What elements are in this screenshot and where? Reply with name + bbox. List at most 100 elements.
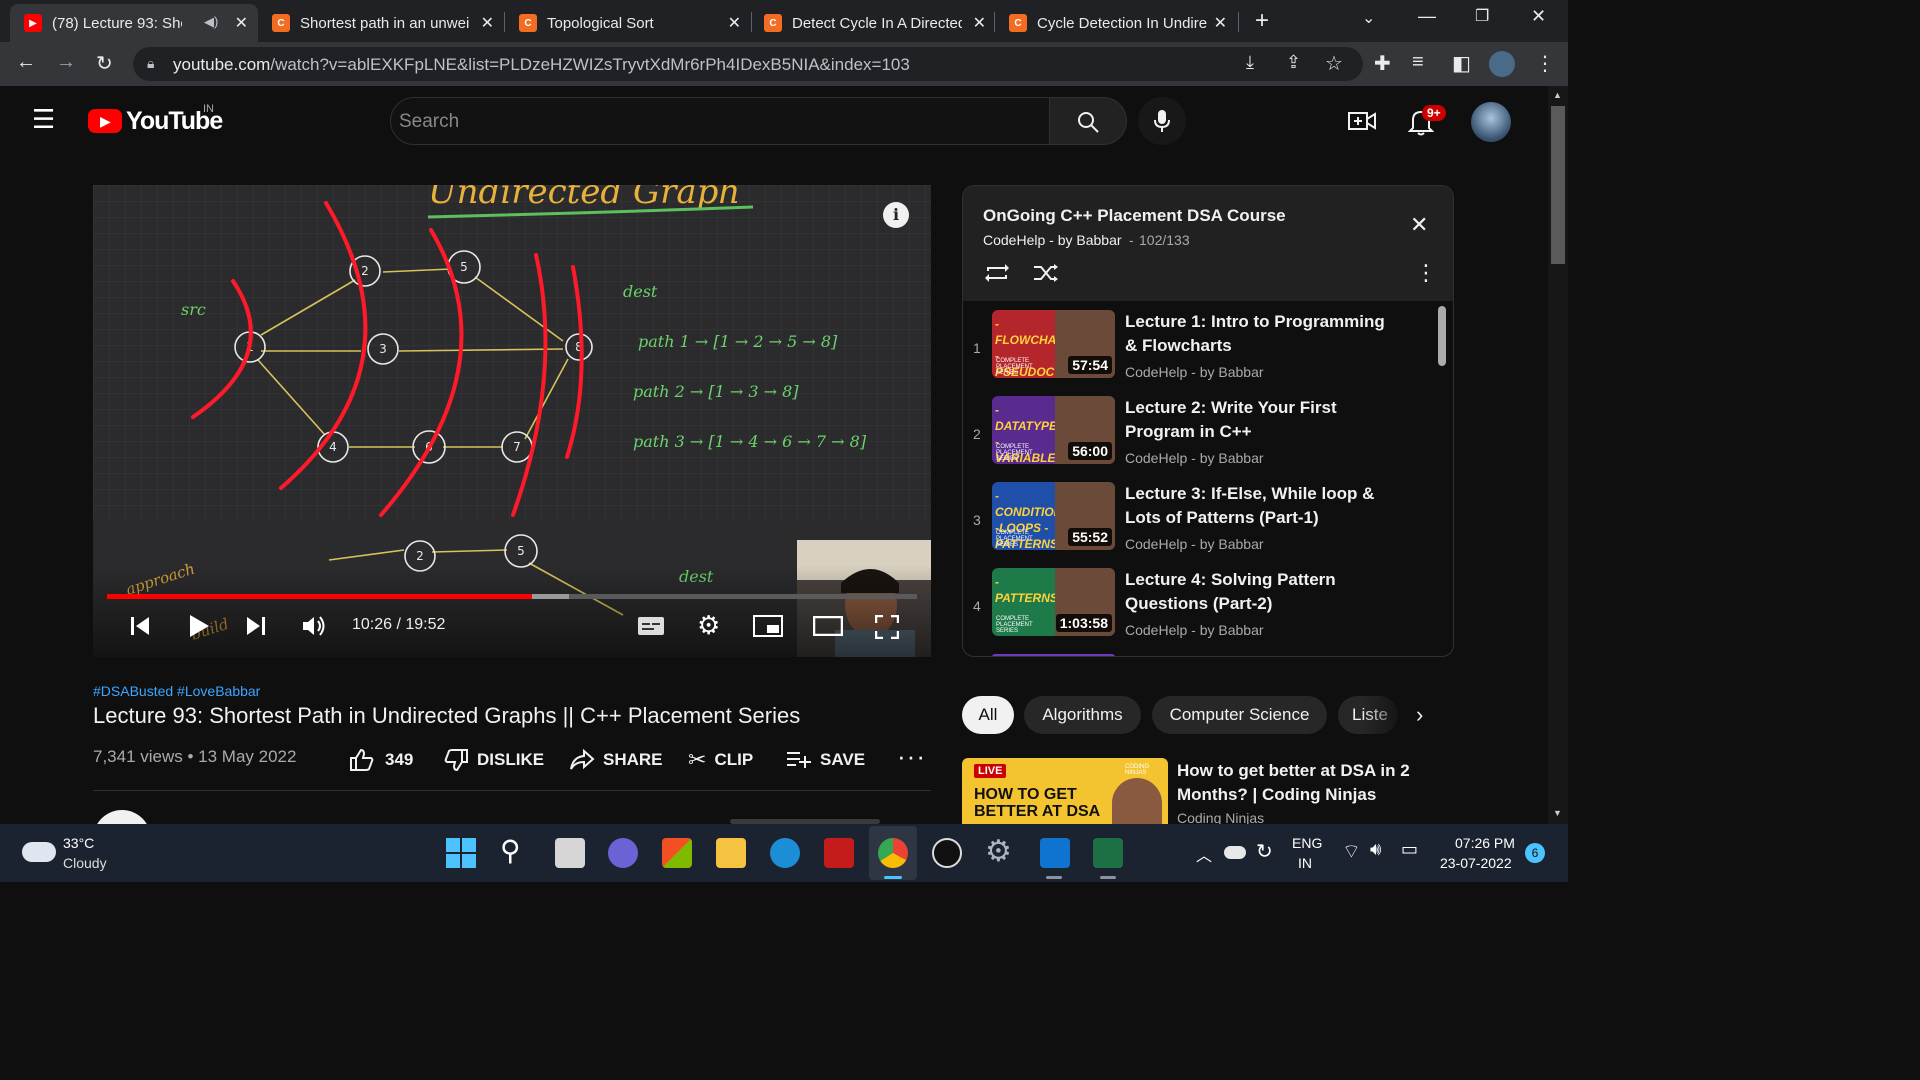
wifi-icon[interactable]: ⌔ xyxy=(1342,839,1361,864)
input-region[interactable]: IN xyxy=(1298,855,1312,871)
playlist-item[interactable]: 3 -CONDITIONALS -LOOPS -PATTERNS COMPLET… xyxy=(963,472,1439,558)
profile-avatar[interactable] xyxy=(1489,51,1515,77)
loop-playlist-icon[interactable] xyxy=(983,262,1011,284)
onedrive-cloud-icon[interactable] xyxy=(1224,846,1246,859)
playlist-item-channel[interactable]: CodeHelp - by Babbar xyxy=(1125,364,1264,380)
scroll-up-arrow-icon[interactable]: ▲ xyxy=(1553,90,1562,100)
chat-icon[interactable] xyxy=(608,838,638,868)
playlist-item-thumbnail[interactable]: -CONDITIONALS -LOOPS -PATTERNS COMPLETE … xyxy=(992,482,1115,550)
audio-playing-icon[interactable]: ◀) xyxy=(204,14,218,30)
input-language[interactable]: ENG xyxy=(1292,835,1322,851)
weather-temperature[interactable]: 33°C xyxy=(63,835,94,851)
recommendation-channel[interactable]: Coding Ninjas xyxy=(1177,810,1264,824)
mcafee-icon[interactable] xyxy=(824,838,854,868)
close-playlist-icon[interactable]: ✕ xyxy=(1410,212,1428,238)
system-tray-chevron-icon[interactable]: ︿ xyxy=(1196,842,1212,866)
forward-arrow-icon[interactable]: → xyxy=(56,51,76,74)
dislike-button[interactable]: DISLIKE xyxy=(443,747,544,773)
chip-algorithms[interactable]: Algorithms xyxy=(1024,696,1141,734)
search-input[interactable]: Search xyxy=(390,97,1050,145)
install-app-icon[interactable]: ⤓ xyxy=(1246,52,1254,73)
playlist-item-title[interactable]: Lecture 3: If-Else, While loop & Lots of… xyxy=(1125,482,1395,530)
share-button[interactable]: SHARE xyxy=(569,747,663,773)
new-tab-plus-icon[interactable]: + xyxy=(1255,7,1269,35)
playlist-item[interactable]: 4 -PATTERNS COMPLETE PLACEMENT SERIES 1:… xyxy=(963,558,1439,644)
clock-time[interactable]: 07:26 PM xyxy=(1455,835,1515,851)
edge-browser-icon[interactable] xyxy=(770,838,800,868)
playlist-item-title[interactable]: Lecture 2: Write Your First Program in C… xyxy=(1125,396,1395,444)
sync-icon[interactable]: ↻ xyxy=(1256,839,1273,864)
voice-search-button[interactable] xyxy=(1138,97,1186,145)
recommendation-title[interactable]: How to get better at DSA in 2 Months? | … xyxy=(1177,759,1427,807)
account-avatar[interactable] xyxy=(1471,102,1511,142)
playlist-item[interactable]: 1 -FLOWCHART -PSEUDOCODE COMPLETE PLACEM… xyxy=(963,300,1439,386)
video-player[interactable]: 2 5 1 3 8 4 6 7 2 5 Undirected Graph src… xyxy=(93,185,931,657)
miniplayer-icon[interactable] xyxy=(753,615,783,637)
clock-date[interactable]: 23-07-2022 xyxy=(1440,855,1512,871)
shuffle-playlist-icon[interactable] xyxy=(1032,262,1060,284)
page-scrollbar[interactable]: ▲ ▼ xyxy=(1548,86,1568,824)
close-tab-icon[interactable]: ✕ xyxy=(481,13,494,33)
vscode-icon[interactable] xyxy=(1040,838,1070,868)
chip-computer-science[interactable]: Computer Science xyxy=(1152,696,1327,734)
fullscreen-icon[interactable] xyxy=(875,615,899,639)
tab-cycle-detection-undirected[interactable]: C Cycle Detection In Undire ✕ xyxy=(995,4,1237,42)
lock-icon[interactable]: 🔒︎ xyxy=(147,55,154,72)
file-explorer-icon[interactable] xyxy=(716,838,746,868)
restore-window-icon[interactable]: ❐ xyxy=(1475,6,1489,26)
tab-detect-cycle-directed[interactable]: C Detect Cycle In A Directed ✕ xyxy=(750,4,996,42)
windows-start-icon[interactable] xyxy=(446,838,476,868)
close-tab-icon[interactable]: ✕ xyxy=(235,13,248,33)
tab-topological-sort[interactable]: C Topological Sort ✕ xyxy=(505,4,751,42)
microsoft-store-icon[interactable] xyxy=(662,838,692,868)
settings-gear-icon[interactable]: ⚙ xyxy=(985,834,1012,869)
save-button[interactable]: SAVE xyxy=(786,747,865,773)
like-button[interactable]: 349 xyxy=(349,747,413,773)
taskbar-search-icon[interactable]: ⚲ xyxy=(500,834,521,867)
notification-center-badge[interactable]: 6 xyxy=(1525,843,1545,863)
subtitles-icon[interactable] xyxy=(637,616,665,636)
scrollbar-thumb[interactable] xyxy=(1551,106,1565,264)
playlist-more-icon[interactable]: ⋮ xyxy=(1415,260,1437,286)
playlist-item-channel[interactable]: CodeHelp - by Babbar xyxy=(1125,450,1264,466)
chrome-menu-icon[interactable]: ⋮ xyxy=(1535,51,1555,76)
bookmark-star-icon[interactable]: ☆ xyxy=(1325,51,1343,76)
scroll-down-arrow-icon[interactable]: ▼ xyxy=(1553,808,1562,818)
play-icon[interactable] xyxy=(187,613,211,639)
media-controls-icon[interactable]: ≡ xyxy=(1412,51,1424,74)
next-video-icon[interactable] xyxy=(245,615,267,637)
playlist-channel[interactable]: CodeHelp - by Babbar xyxy=(983,232,1122,248)
weather-condition[interactable]: Cloudy xyxy=(63,855,107,871)
close-tab-icon[interactable]: ✕ xyxy=(1214,13,1227,33)
info-icon[interactable]: i xyxy=(883,202,909,228)
channel-avatar[interactable] xyxy=(93,810,151,824)
video-hashtags[interactable]: #DSABusted #LoveBabbar xyxy=(93,683,260,699)
address-bar[interactable]: 🔒︎ youtube.com/watch?v=ablEXKFpLNE&list=… xyxy=(133,47,1363,81)
playlist-item-thumbnail[interactable]: -FLOWCHART -PSEUDOCODE COMPLETE PLACEMEN… xyxy=(992,310,1115,378)
close-tab-icon[interactable]: ✕ xyxy=(728,13,741,33)
create-video-icon[interactable] xyxy=(1348,110,1376,132)
tab-shortest-path[interactable]: C Shortest path in an unwei ✕ xyxy=(258,4,504,42)
speaker-icon[interactable]: 🔊︎ xyxy=(1370,839,1381,860)
extensions-puzzle-icon[interactable]: ✚ xyxy=(1374,51,1391,76)
playlist-scrollbar[interactable] xyxy=(1438,306,1446,366)
settings-gear-icon[interactable]: ⚙ xyxy=(697,610,720,641)
search-button[interactable] xyxy=(1049,97,1127,145)
chip-all[interactable]: All xyxy=(962,696,1014,734)
volume-icon[interactable] xyxy=(301,614,327,638)
playlist-title[interactable]: OnGoing C++ Placement DSA Course xyxy=(983,206,1286,226)
side-panel-icon[interactable]: ◧ xyxy=(1452,51,1471,76)
reload-icon[interactable]: ↻ xyxy=(96,51,113,76)
clip-button[interactable]: ✂ CLIP xyxy=(688,747,753,773)
recommendation-thumbnail[interactable]: LIVE HOW TO GET BETTER AT DSA CODING NIN… xyxy=(962,758,1168,824)
youtube-logo-icon[interactable]: ▶ xyxy=(88,109,122,133)
dell-icon[interactable] xyxy=(932,838,962,868)
close-window-icon[interactable]: ✕ xyxy=(1531,6,1546,27)
playlist-item-title[interactable]: Lecture 1: Intro to Programming & Flowch… xyxy=(1125,310,1395,358)
progress-bar[interactable] xyxy=(107,594,917,599)
tab-search-chevron-icon[interactable]: ⌄ xyxy=(1362,8,1375,28)
playlist-item-thumbnail[interactable]: -DATATYPE -VARIABLE -OPERATOR COMPLETE P… xyxy=(992,396,1115,464)
theater-mode-icon[interactable] xyxy=(813,616,843,636)
playlist-item-channel[interactable]: CodeHelp - by Babbar xyxy=(1125,536,1264,552)
chips-next-chevron-icon[interactable]: › xyxy=(1416,702,1423,728)
